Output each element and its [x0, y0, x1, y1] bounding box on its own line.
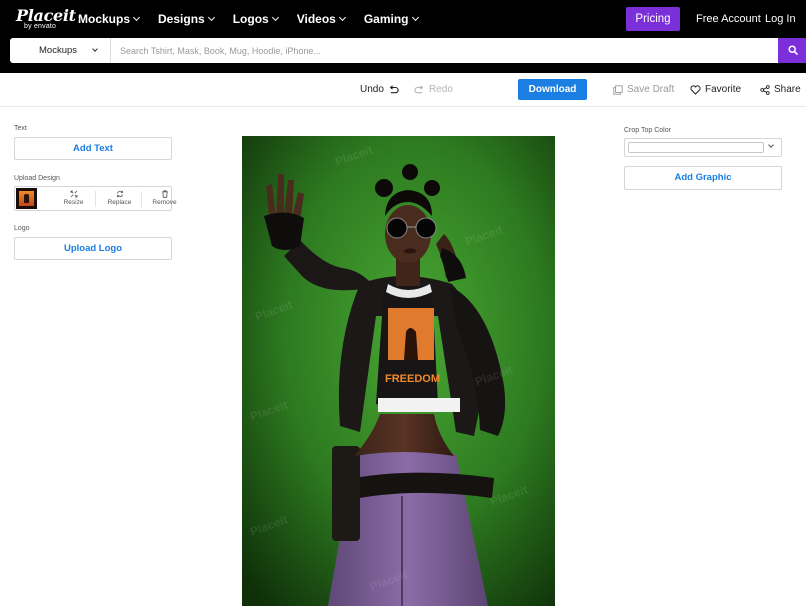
chevron-down-icon: [132, 13, 141, 22]
crop-top-color-select[interactable]: [624, 138, 782, 157]
hair-bun: [375, 179, 393, 197]
shirt-graphic-text: FREEDOM: [385, 373, 440, 385]
chevron-down-icon: [92, 46, 98, 52]
holster: [332, 446, 360, 541]
nav-item-designs[interactable]: Designs: [158, 11, 215, 27]
share-icon: [760, 84, 770, 95]
pricing-button[interactable]: Pricing: [626, 7, 680, 31]
crop-top-color-label: Crop Top Color: [624, 127, 671, 134]
nav-item-mockups[interactable]: Mockups: [78, 11, 141, 27]
replace-button[interactable]: Replace: [97, 190, 142, 206]
redo-button[interactable]: Redo: [410, 84, 453, 95]
add-text-button[interactable]: Add Text: [14, 137, 172, 160]
thumbnail-figure: [24, 194, 29, 203]
login-link[interactable]: Log In: [765, 13, 796, 25]
crop-top-hem: [378, 398, 460, 412]
search-icon: [788, 45, 798, 55]
resize-button[interactable]: Resize: [51, 190, 96, 206]
search-category-select[interactable]: Mockups: [10, 38, 111, 63]
free-account-link[interactable]: Free Account: [696, 13, 761, 25]
chevron-down-icon: [768, 142, 774, 148]
top-navigation-bar: Placeit by envato Mockups Designs Logos …: [0, 0, 806, 73]
design-thumbnail[interactable]: [16, 188, 37, 209]
favorite-label: Favorite: [705, 84, 742, 95]
share-button[interactable]: Share: [756, 84, 801, 95]
main-nav: Mockups Designs Logos Videos Gaming: [78, 11, 437, 27]
nav-item-videos[interactable]: Videos: [296, 11, 346, 27]
save-draft-icon: [613, 84, 623, 95]
resize-icon: [70, 190, 77, 198]
undo-label: Undo: [360, 84, 384, 95]
lips: [404, 248, 416, 254]
download-button[interactable]: Download: [518, 79, 587, 100]
search-input[interactable]: [112, 38, 768, 63]
share-label: Share: [774, 84, 801, 95]
redo-icon: [414, 84, 424, 93]
nav-item-label: Mockups: [78, 12, 131, 26]
favorite-button[interactable]: Favorite: [686, 84, 741, 95]
mockup-canvas[interactable]: FREEDOM Placeit Placeit Placeit Placeit …: [242, 136, 555, 606]
resize-label: Resize: [63, 199, 84, 206]
upload-logo-button[interactable]: Upload Logo: [14, 237, 172, 260]
nav-item-label: Logos: [232, 12, 269, 26]
trash-icon: [161, 190, 168, 198]
nav-item-logos[interactable]: Logos: [232, 11, 279, 27]
add-graphic-button[interactable]: Add Graphic: [624, 166, 782, 190]
logo-section-label: Logo: [14, 225, 30, 232]
undo-button[interactable]: Undo: [360, 84, 403, 95]
nav-item-label: Designs: [158, 12, 205, 26]
search-bar: Mockups: [10, 38, 806, 63]
nav-item-label: Videos: [296, 12, 336, 26]
upload-design-control: Resize Replace Remove: [14, 186, 177, 211]
nav-item-gaming[interactable]: Gaming: [363, 11, 419, 27]
replace-icon: [116, 190, 123, 198]
redo-label: Redo: [429, 84, 453, 95]
shirt-graphic-figure: [404, 328, 418, 360]
chevron-down-icon: [411, 13, 419, 22]
chevron-down-icon: [338, 13, 346, 22]
remove-button[interactable]: Remove: [142, 190, 187, 206]
search-button[interactable]: [778, 38, 806, 63]
text-section-label: Text: [14, 125, 27, 132]
hair-bun: [424, 180, 440, 196]
nav-item-label: Gaming: [363, 12, 409, 26]
heart-icon: [690, 84, 701, 95]
save-draft-button[interactable]: Save Draft: [609, 84, 674, 95]
color-swatch: [628, 142, 764, 153]
tool-divider: [95, 191, 96, 207]
undo-icon: [389, 84, 399, 93]
hair-bun: [402, 164, 418, 180]
sunglasses-lens: [415, 217, 437, 239]
search-category-value: Mockups: [39, 45, 78, 56]
placeit-logo[interactable]: Placeit by envato: [16, 6, 76, 30]
mockup-photo: FREEDOM Placeit Placeit Placeit Placeit …: [242, 136, 555, 606]
replace-label: Replace: [107, 199, 132, 206]
save-draft-label: Save Draft: [627, 84, 675, 95]
remove-label: Remove: [152, 199, 177, 206]
chevron-down-icon: [207, 13, 215, 22]
editor-toolbar: Undo Redo Download Save Draft Favorite S…: [0, 73, 806, 107]
upload-design-label: Upload Design: [14, 175, 60, 182]
sunglasses-lens: [386, 217, 408, 239]
chevron-down-icon: [271, 13, 279, 22]
